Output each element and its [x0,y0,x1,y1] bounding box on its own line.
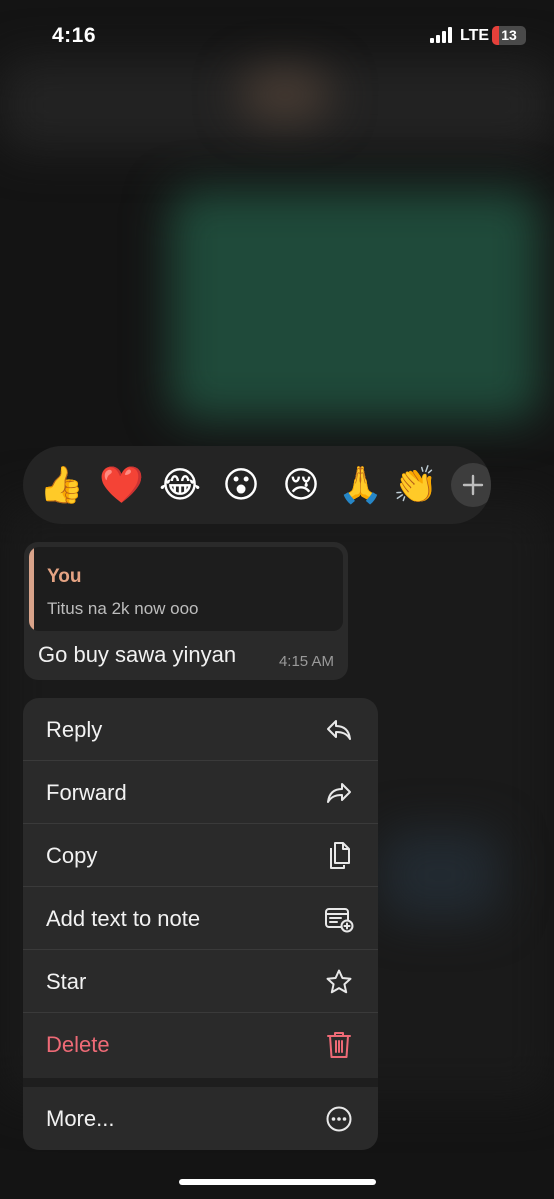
forward-icon [324,778,354,808]
status-time: 4:16 [52,24,97,47]
reply-label: Reply [46,717,103,742]
status-bar: 4:16 LTE 13 [0,0,554,70]
reaction-thumbs-up[interactable]: 👍 [39,464,84,506]
reaction-open-mouth[interactable]: 😮 [219,464,263,506]
reaction-folded-hands[interactable]: 🙏 [338,464,383,506]
menu-separator [23,1078,378,1087]
quote-author: You [47,566,82,587]
message-bubble[interactable]: You Titus na 2k now ooo Go buy sawa yiny… [24,542,348,680]
forward-label: Forward [46,780,127,805]
star-label: Star [46,969,87,994]
battery-level: 13 [501,27,517,43]
battery-icon: 13 [492,26,526,45]
more-options-icon [324,1104,354,1134]
reaction-clapping-hands[interactable]: 👏 [393,464,438,506]
quoted-message[interactable]: You Titus na 2k now ooo [29,547,343,631]
context-menu: Reply Forward Copy Add text to note Star… [23,698,378,1150]
star-menu-item[interactable]: Star [23,950,378,1013]
reply-menu-item[interactable]: Reply [23,698,378,761]
star-icon [324,967,354,997]
message-text: Go buy sawa yinyan [38,642,237,667]
reaction-bar: 👍 ❤️ 😂 😮 😢 🙏 👏 [23,446,491,524]
quote-accent-bar [29,547,34,631]
delete-menu-item[interactable]: Delete [23,1013,378,1076]
reaction-crying-face[interactable]: 😢 [279,464,323,506]
add-to-note-label: Add text to note [46,906,201,931]
copy-icon [324,841,354,871]
add-note-icon [324,904,354,934]
add-to-note-menu-item[interactable]: Add text to note [23,887,378,950]
home-indicator[interactable] [179,1179,376,1185]
reaction-tears-of-joy[interactable]: 😂 [158,464,202,506]
plus-icon [462,474,484,496]
more-label: More... [46,1106,115,1131]
network-type: LTE [460,27,490,44]
delete-label: Delete [46,1032,110,1057]
trash-icon [324,1030,354,1060]
quote-text: Titus na 2k now ooo [47,599,199,618]
forward-menu-item[interactable]: Forward [23,761,378,824]
copy-menu-item[interactable]: Copy [23,824,378,887]
more-reactions-button[interactable] [451,463,491,507]
more-menu-item[interactable]: More... [23,1087,378,1150]
blurred-message [170,190,540,420]
message-time: 4:15 AM [278,653,334,670]
blurred-avatar [240,70,330,120]
reply-icon [324,715,354,745]
reaction-red-heart[interactable]: ❤️ [99,464,144,506]
signal-icon [430,27,454,43]
copy-label: Copy [46,843,98,868]
blurred-element [380,830,500,920]
